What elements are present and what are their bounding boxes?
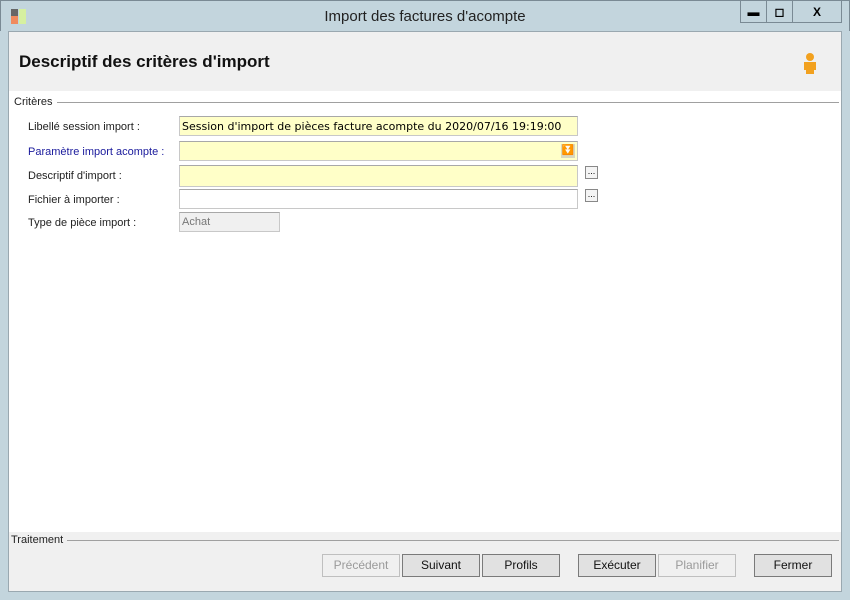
descriptif-browse-button[interactable]: ... bbox=[585, 166, 598, 179]
close-window-button[interactable]: X bbox=[793, 1, 841, 22]
dialog-client: Descriptif des critères d'import Critère… bbox=[8, 31, 842, 592]
processing-group-label: Traitement bbox=[11, 534, 839, 546]
file-label: Fichier à importer : bbox=[28, 194, 120, 206]
file-input[interactable] bbox=[179, 189, 578, 209]
title-bar: Import des factures d'acompte ▬ ◻ X bbox=[0, 0, 850, 31]
footer: Traitement Précédent Suivant Profils Exé… bbox=[9, 532, 841, 593]
execute-button[interactable]: Exécuter bbox=[578, 554, 656, 577]
header: Descriptif des critères d'import bbox=[9, 32, 841, 92]
file-browse-button[interactable]: ... bbox=[585, 189, 598, 202]
descriptif-label: Descriptif d'import : bbox=[28, 170, 122, 182]
maximize-button[interactable]: ◻ bbox=[767, 1, 793, 22]
schedule-button[interactable]: Planifier bbox=[658, 554, 736, 577]
next-button[interactable]: Suivant bbox=[402, 554, 480, 577]
type-input: Achat bbox=[179, 212, 280, 232]
criteria-group-label: Critères bbox=[14, 96, 839, 108]
previous-button[interactable]: Précédent bbox=[322, 554, 400, 577]
window-title: Import des factures d'acompte bbox=[324, 8, 526, 25]
profiles-button[interactable]: Profils bbox=[482, 554, 560, 577]
user-icon[interactable] bbox=[801, 52, 819, 74]
close-button[interactable]: Fermer bbox=[754, 554, 832, 577]
descriptif-input[interactable] bbox=[179, 165, 578, 187]
type-label: Type de pièce import : bbox=[28, 217, 137, 229]
session-input[interactable]: Session d'import de pièces facture acomp… bbox=[179, 116, 578, 136]
minimize-button[interactable]: ▬ bbox=[741, 1, 767, 22]
session-label: Libellé session import : bbox=[28, 121, 140, 133]
criteria-panel: Critères Libellé session import : Sessio… bbox=[9, 91, 841, 532]
page-title: Descriptif des critères d'import bbox=[19, 52, 270, 71]
parameter-select[interactable]: ⏬ bbox=[179, 141, 578, 161]
chevron-down-icon[interactable]: ⏬ bbox=[561, 144, 575, 158]
parameter-label: Paramètre import acompte : bbox=[28, 146, 165, 158]
